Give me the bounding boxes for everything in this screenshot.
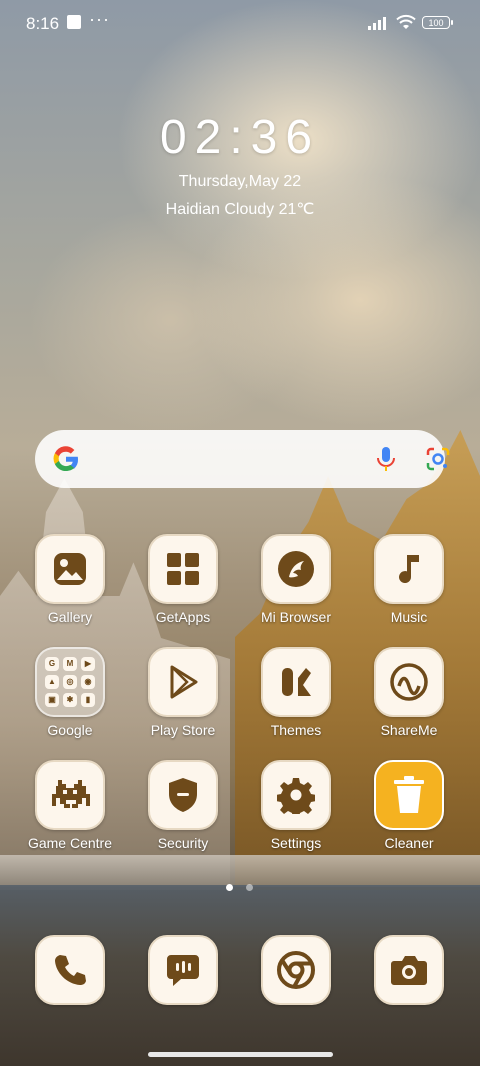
cleaner-trash-icon bbox=[374, 760, 444, 830]
security-icon bbox=[148, 760, 218, 830]
signal-icon bbox=[368, 17, 386, 30]
dock-messages[interactable] bbox=[128, 935, 238, 1005]
google-search-bar[interactable] bbox=[35, 430, 450, 488]
wifi-icon bbox=[396, 14, 416, 29]
app-label: Mi Browser bbox=[260, 609, 331, 625]
app-label: Play Store bbox=[150, 722, 216, 738]
meet-mini-icon: ▣ bbox=[45, 693, 59, 707]
maps-mini-icon: M bbox=[63, 657, 77, 671]
shareme-icon bbox=[374, 647, 444, 717]
app-label: GetApps bbox=[155, 609, 211, 625]
dock-chrome[interactable] bbox=[241, 935, 351, 1005]
getapps-icon bbox=[148, 534, 218, 604]
app-cleaner[interactable]: Cleaner bbox=[354, 760, 464, 851]
google-lens-icon[interactable] bbox=[425, 446, 451, 472]
clock-date: Thursday,May 22 bbox=[178, 173, 302, 190]
notification-square-icon bbox=[67, 15, 81, 29]
music-icon bbox=[374, 534, 444, 604]
app-label: Google bbox=[47, 722, 93, 738]
weather-text: Haidian Cloudy 21℃ bbox=[165, 201, 315, 218]
gallery-icon bbox=[35, 534, 105, 604]
app-label: Settings bbox=[270, 835, 322, 851]
files-mini-icon: ▮ bbox=[81, 693, 95, 707]
status-time: 8:16 bbox=[26, 14, 60, 33]
google-folder-icon: G M ▶ ▲ ◎ ◉ ▣ ✱ ▮ bbox=[35, 647, 105, 717]
ytmusic-mini-icon: ◉ bbox=[81, 675, 95, 689]
app-settings[interactable]: Settings bbox=[241, 760, 351, 851]
app-shareme[interactable]: ShareMe bbox=[354, 647, 464, 738]
app-label: Security bbox=[157, 835, 209, 851]
app-game-centre[interactable]: Game Centre bbox=[15, 760, 125, 851]
themes-icon bbox=[261, 647, 331, 717]
app-label: Gallery bbox=[47, 609, 93, 625]
home-gesture-bar[interactable] bbox=[148, 1052, 333, 1057]
dock-phone[interactable] bbox=[15, 935, 125, 1005]
assistant-mini-icon: ✱ bbox=[63, 693, 77, 707]
camera-icon bbox=[374, 935, 444, 1005]
google-g-icon bbox=[53, 446, 79, 472]
app-mi-browser[interactable]: Mi Browser bbox=[241, 534, 351, 625]
chrome-icon bbox=[261, 935, 331, 1005]
clock-widget[interactable]: 02:36 Thursday,May 22 Haidian Cloudy 21℃ bbox=[0, 110, 480, 219]
dock-camera[interactable] bbox=[354, 935, 464, 1005]
app-label: ShareMe bbox=[380, 722, 438, 738]
settings-gear-icon bbox=[261, 760, 331, 830]
app-getapps[interactable]: GetApps bbox=[128, 534, 238, 625]
status-bar: 8:16 ··· 100 bbox=[0, 0, 480, 46]
wallpaper-walkway bbox=[0, 855, 480, 887]
play-store-icon bbox=[148, 647, 218, 717]
app-music[interactable]: Music bbox=[354, 534, 464, 625]
app-label: Cleaner bbox=[384, 835, 434, 851]
clock-time: 02:36 bbox=[159, 111, 321, 164]
app-label: Music bbox=[390, 609, 428, 625]
app-gallery[interactable]: Gallery bbox=[15, 534, 125, 625]
app-themes[interactable]: Themes bbox=[241, 647, 351, 738]
page-dot-active bbox=[226, 884, 233, 891]
mi-browser-icon bbox=[261, 534, 331, 604]
photos-mini-icon: ◎ bbox=[63, 675, 77, 689]
drive-mini-icon: ▲ bbox=[45, 675, 59, 689]
page-indicator[interactable] bbox=[226, 884, 256, 892]
folder-google[interactable]: G M ▶ ▲ ◎ ◉ ▣ ✱ ▮ Google bbox=[15, 647, 125, 738]
battery-icon: 100 bbox=[422, 16, 453, 29]
page-dot bbox=[246, 884, 253, 891]
mic-icon[interactable] bbox=[375, 445, 397, 473]
app-security[interactable]: Security bbox=[128, 760, 238, 851]
more-notifications-icon: ··· bbox=[89, 9, 110, 29]
app-label: Themes bbox=[270, 722, 322, 738]
youtube-mini-icon: ▶ bbox=[81, 657, 95, 671]
gmail-mini-icon: G bbox=[45, 657, 59, 671]
messages-icon bbox=[148, 935, 218, 1005]
phone-icon bbox=[35, 935, 105, 1005]
game-centre-icon bbox=[35, 760, 105, 830]
app-label: Game Centre bbox=[27, 835, 113, 851]
app-play-store[interactable]: Play Store bbox=[128, 647, 238, 738]
